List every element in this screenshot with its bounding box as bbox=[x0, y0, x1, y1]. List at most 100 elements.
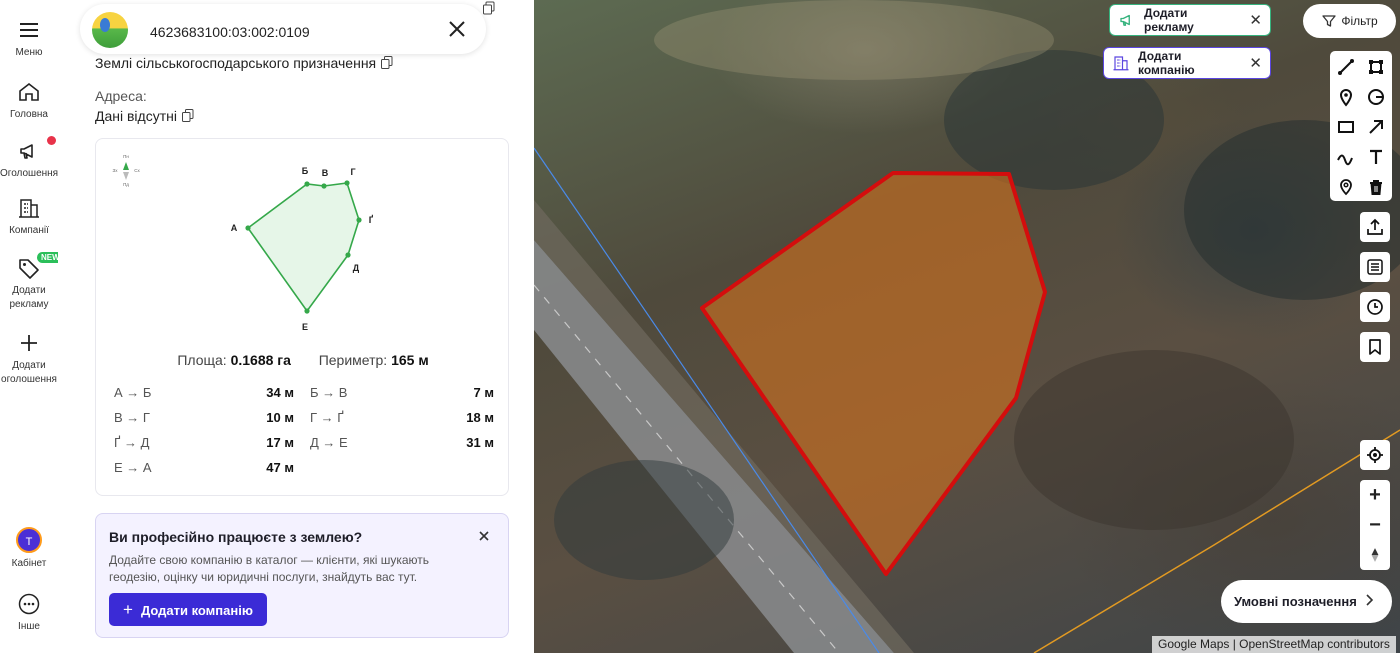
address-value: Дані відсутні bbox=[95, 108, 194, 124]
segment-label: А → Б bbox=[114, 385, 152, 400]
segment-length: 31 м bbox=[466, 435, 494, 450]
segment-length: 47 м bbox=[266, 460, 294, 475]
building-icon bbox=[17, 196, 41, 220]
freehand-icon[interactable] bbox=[1336, 147, 1356, 167]
building-icon bbox=[1112, 54, 1130, 72]
copy-icon[interactable] bbox=[482, 1, 496, 15]
close-icon[interactable] bbox=[446, 18, 468, 40]
compass-icon: Пн Пд Зх Сх bbox=[113, 154, 140, 187]
add-ad-pill[interactable]: Додати рекламу ✕ bbox=[1109, 4, 1271, 36]
segment: Б → В 7 м bbox=[310, 385, 494, 410]
share-button[interactable] bbox=[1360, 212, 1390, 242]
segment-row: В → Г 10 м Г → Ґ 18 м bbox=[114, 410, 494, 435]
segment-label: Б → В bbox=[310, 385, 348, 400]
segment: В → Г 10 м bbox=[114, 410, 310, 435]
address-value-text: Дані відсутні bbox=[95, 108, 177, 124]
nav-home-label: Головна bbox=[10, 109, 48, 120]
location-pin-icon[interactable] bbox=[1336, 177, 1356, 197]
arrow-icon[interactable] bbox=[1366, 117, 1386, 137]
compass-reset-button[interactable] bbox=[1360, 540, 1390, 570]
cadastral-number[interactable]: 4623683100:03:002:0109 bbox=[150, 24, 310, 40]
segment: Д → Е 31 м bbox=[310, 435, 494, 460]
pin-icon[interactable] bbox=[1336, 87, 1356, 107]
nav-cabinet[interactable]: Т Кабінет bbox=[0, 527, 58, 571]
segment-label: В → Г bbox=[114, 410, 150, 425]
parcel-plan-card: Пн Пд Зх Сх А Б В Г Ґ Д Е Площа: 0.1688 … bbox=[95, 138, 509, 496]
segment-row: Ґ → Д 17 м Д → Е 31 м bbox=[114, 435, 494, 460]
nav-rail: Меню Головна Оголошення Компанії Додати … bbox=[0, 0, 64, 653]
promo-card: Ви професійно працюєте з землею? Додайте… bbox=[95, 513, 509, 638]
nav-more[interactable]: Інше bbox=[0, 592, 58, 634]
locate-button[interactable] bbox=[1360, 440, 1390, 470]
bookmark-button[interactable] bbox=[1360, 332, 1390, 362]
map-attribution[interactable]: Google Maps | OpenStreetMap contributors bbox=[1152, 636, 1396, 653]
rectangle-icon[interactable] bbox=[1336, 117, 1356, 137]
map-view[interactable]: Додати рекламу ✕ Додати компанію ✕ Фільт… bbox=[534, 0, 1400, 653]
filter-label: Фільтр bbox=[1341, 14, 1378, 28]
area-polygon-icon[interactable] bbox=[1366, 57, 1386, 77]
chevron-right-icon bbox=[1366, 594, 1374, 606]
segment-length: 17 м bbox=[266, 435, 294, 450]
close-icon[interactable]: ✕ bbox=[1249, 54, 1262, 72]
nav-more-label: Інше bbox=[18, 621, 40, 632]
bookmark-icon bbox=[1369, 339, 1381, 355]
vertex-label: А bbox=[231, 223, 238, 233]
filter-icon bbox=[1322, 15, 1337, 27]
nav-add-ad[interactable]: Додати рекламу bbox=[0, 256, 58, 312]
add-company-button[interactable]: + Додати компанію bbox=[109, 593, 267, 626]
area-label: Площа: bbox=[177, 352, 227, 368]
layers-button[interactable] bbox=[1360, 252, 1390, 282]
segment-label: Д → Е bbox=[310, 435, 348, 450]
zoom-in-button[interactable]: + bbox=[1360, 480, 1390, 510]
app-logo bbox=[92, 12, 128, 48]
filter-button[interactable]: Фільтр bbox=[1303, 4, 1396, 38]
nav-add-listing[interactable]: Додати оголошення bbox=[0, 331, 58, 387]
segment-label: Ґ → Д bbox=[114, 435, 150, 450]
area-value: 0.1688 га bbox=[230, 352, 291, 368]
vertex-label: Г bbox=[350, 167, 355, 177]
nav-companies[interactable]: Компанії bbox=[0, 196, 58, 238]
compass-n: Пн bbox=[123, 154, 129, 159]
add-company-pill[interactable]: Додати компанію ✕ bbox=[1103, 47, 1271, 79]
plus-icon bbox=[17, 331, 41, 355]
trash-icon[interactable] bbox=[1366, 177, 1386, 197]
nav-home[interactable]: Головна bbox=[0, 80, 58, 122]
menu-button[interactable]: Меню bbox=[0, 18, 58, 60]
copy-icon[interactable] bbox=[381, 56, 393, 69]
parcel-panel: 4623683100:03:002:0109 Землі сільськогос… bbox=[58, 0, 532, 653]
satellite-imagery bbox=[534, 0, 1400, 653]
segment-row: Е → А 47 м bbox=[114, 460, 494, 485]
segment-length: 34 м bbox=[266, 385, 294, 400]
home-icon bbox=[17, 80, 41, 104]
history-button[interactable] bbox=[1360, 292, 1390, 322]
land-type: Землі сільськогосподарського призначення bbox=[95, 55, 393, 71]
ruler-line-icon[interactable] bbox=[1336, 57, 1356, 77]
segment-label: Г → Ґ bbox=[310, 410, 344, 425]
text-tool-icon[interactable] bbox=[1366, 147, 1386, 167]
circle-tool-icon[interactable] bbox=[1366, 87, 1386, 107]
clock-icon bbox=[1367, 299, 1383, 315]
upload-icon bbox=[1367, 218, 1383, 235]
segment-length: 18 м bbox=[466, 410, 494, 425]
close-icon[interactable] bbox=[476, 528, 492, 544]
copy-icon[interactable] bbox=[181, 109, 194, 122]
land-type-text: Землі сільськогосподарського призначення bbox=[95, 55, 377, 71]
megaphone-icon bbox=[17, 139, 41, 163]
locate-icon bbox=[1367, 447, 1383, 463]
vertex-label: В bbox=[322, 168, 329, 178]
area-perimeter: Площа: 0.1688 га Периметр: 165 м bbox=[96, 352, 510, 368]
close-icon[interactable]: ✕ bbox=[1249, 11, 1262, 29]
vertex-label: Е bbox=[302, 322, 308, 332]
zoom-out-button[interactable]: − bbox=[1360, 510, 1390, 540]
promo-text: Додайте свою компанію в каталог — клієнт… bbox=[109, 553, 430, 584]
more-dots-icon bbox=[17, 592, 41, 616]
nav-add-listing-label: Додати оголошення bbox=[1, 360, 57, 385]
menu-label: Меню bbox=[15, 47, 43, 58]
vertex-label: Ґ bbox=[369, 214, 374, 225]
legend-button[interactable]: Умовні позначення bbox=[1221, 580, 1392, 623]
nav-ads[interactable]: Оголошення bbox=[0, 139, 58, 181]
segment-list: А → Б 34 м Б → В 7 м В → Г 10 м Г → Ґ 18 м Ґ… bbox=[114, 385, 494, 485]
nav-add-ad-label: Додати рекламу bbox=[9, 285, 49, 310]
segment: Ґ → Д 17 м bbox=[114, 435, 310, 460]
nav-companies-label: Компанії bbox=[9, 225, 49, 236]
